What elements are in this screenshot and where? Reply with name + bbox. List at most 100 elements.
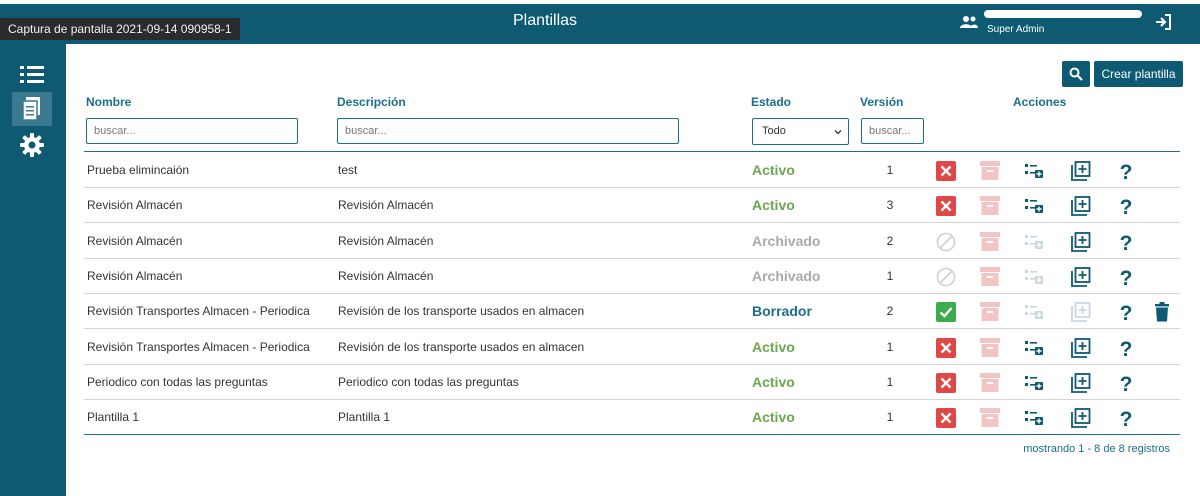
row-name: Prueba elimincaión	[87, 163, 190, 177]
row-description: Periodico con todas las preguntas	[338, 374, 519, 389]
help-button[interactable]: ?	[1116, 267, 1136, 290]
gear-icon	[20, 133, 44, 157]
name-filter-input[interactable]: buscar...	[86, 118, 298, 144]
flow-icon	[1025, 234, 1043, 249]
description-filter-input[interactable]: buscar...	[337, 118, 679, 144]
column-header-description[interactable]: Descripción	[337, 95, 406, 109]
sidebar-item-settings[interactable]	[14, 128, 50, 162]
version-filter-input[interactable]: buscar...	[861, 118, 924, 144]
state-filter-select[interactable]: Todo	[752, 118, 849, 145]
help-icon: ?	[1120, 373, 1133, 396]
new-version-button	[1071, 302, 1091, 323]
row-name: Revisión Almacén	[87, 233, 183, 248]
status-action-button[interactable]	[936, 372, 956, 393]
flow-icon	[1025, 269, 1043, 284]
svg-text:?: ?	[1120, 338, 1133, 358]
table-row: Periodico con todas las preguntas Periodi…	[84, 365, 1180, 400]
archive-icon	[980, 302, 1000, 322]
column-header-name[interactable]: Nombre	[86, 95, 131, 109]
archive-icon	[980, 161, 1000, 180]
flow-button	[1024, 267, 1044, 287]
table-header-divider	[84, 151, 1180, 152]
user-name-redacted	[984, 10, 1142, 18]
help-button[interactable]: ?	[1116, 161, 1136, 184]
status-action-button	[936, 267, 956, 287]
archive-icon	[980, 337, 1000, 357]
sidebar-item-templates[interactable]	[12, 92, 52, 126]
new-version-button[interactable]	[1071, 196, 1091, 217]
archive-icon	[980, 196, 1000, 216]
user-role: Super Admin	[987, 24, 1045, 35]
new-version-button[interactable]	[1071, 372, 1091, 393]
reject-icon	[936, 196, 956, 217]
reject-icon	[936, 161, 956, 181]
row-description: Revisión de los transporte usados en alm…	[338, 304, 585, 319]
help-button[interactable]: ?	[1116, 302, 1136, 325]
new-version-icon	[1071, 266, 1091, 287]
row-name: Revisión Transportes Almacen - Periodica	[87, 339, 310, 354]
help-button[interactable]: ?	[1116, 408, 1136, 431]
delete-button[interactable]	[1152, 302, 1172, 322]
archive-button	[980, 302, 1000, 322]
logout-icon[interactable]	[1154, 13, 1172, 31]
status-action-button[interactable]	[936, 337, 956, 358]
new-version-button[interactable]	[1071, 231, 1091, 252]
flow-button[interactable]	[1024, 408, 1044, 428]
row-description: Revisión Almacén	[338, 268, 434, 283]
flow-button[interactable]	[1024, 373, 1044, 393]
state-filter-value: Todo	[762, 125, 786, 137]
column-header-state[interactable]: Estado	[751, 95, 791, 109]
table-row: Revisión Almacén Revisión Almacén Archivad…	[84, 224, 1180, 259]
status-action-button	[936, 232, 956, 252]
new-version-button[interactable]	[1071, 161, 1091, 181]
row-state: Activo	[752, 338, 795, 355]
status-action-button[interactable]	[936, 196, 956, 217]
flow-icon	[1025, 411, 1043, 426]
list-icon	[20, 66, 44, 83]
flow-icon	[1025, 164, 1043, 178]
row-state: Activo	[752, 409, 795, 426]
row-version: 3	[886, 198, 894, 213]
help-button[interactable]: ?	[1116, 196, 1136, 219]
row-version: 1	[886, 163, 894, 177]
flow-icon	[1025, 199, 1043, 214]
help-icon: ?	[1120, 338, 1133, 361]
header-top-edge	[0, 0, 1200, 4]
row-description: Plantilla 1	[338, 410, 391, 425]
help-icon: ?	[1120, 232, 1133, 255]
row-description: Revisión de los transporte usados en alm…	[338, 339, 585, 354]
archive-button	[980, 266, 1000, 287]
new-version-icon	[1071, 372, 1091, 393]
flow-button[interactable]	[1024, 196, 1044, 216]
row-state: Activo	[752, 373, 795, 390]
row-state: Activo	[752, 197, 795, 214]
row-version: 2	[886, 304, 894, 319]
column-header-version[interactable]: Versión	[860, 95, 903, 109]
reject-icon	[936, 337, 956, 358]
help-icon: ?	[1120, 408, 1133, 431]
row-name: Plantilla 1	[87, 410, 140, 425]
help-button[interactable]: ?	[1116, 232, 1136, 255]
flow-button[interactable]	[1024, 161, 1044, 181]
status-action-button[interactable]	[936, 408, 956, 429]
row-version: 1	[886, 410, 894, 425]
archive-button	[980, 408, 1000, 428]
new-version-button[interactable]	[1071, 408, 1091, 428]
flow-button[interactable]	[1024, 338, 1044, 358]
row-name: Revisión Almacén	[87, 268, 183, 283]
sidebar-item-list[interactable]	[14, 58, 50, 92]
row-version: 1	[886, 268, 894, 283]
flow-icon	[1025, 305, 1043, 320]
users-icon	[960, 16, 978, 28]
svg-text:?: ?	[1120, 232, 1133, 252]
status-action-button[interactable]	[936, 302, 956, 323]
svg-text:?: ?	[1120, 302, 1133, 322]
help-button[interactable]: ?	[1116, 338, 1136, 361]
new-version-button[interactable]	[1071, 266, 1091, 287]
help-button[interactable]: ?	[1116, 373, 1136, 396]
new-version-button[interactable]	[1071, 337, 1091, 358]
search-button[interactable]	[1062, 61, 1090, 87]
status-action-button[interactable]	[936, 161, 956, 181]
create-template-button[interactable]: Crear plantilla	[1094, 61, 1183, 87]
row-name: Revisión Transportes Almacen - Periodica	[87, 304, 310, 319]
